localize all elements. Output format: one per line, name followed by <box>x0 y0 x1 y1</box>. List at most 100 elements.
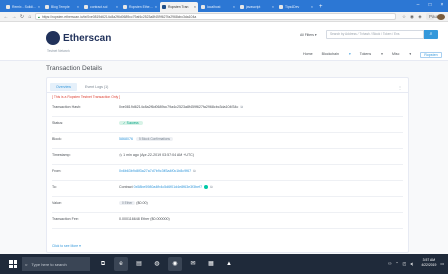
nav-tokens[interactable]: Tokens ▾ <box>360 52 383 58</box>
row-value: ✓ Success <box>119 121 143 125</box>
row-label: Status: <box>52 121 64 125</box>
nav-blockchain[interactable]: Blockchain ▾ <box>322 52 351 58</box>
app-icon[interactable]: ▲ <box>222 257 236 271</box>
network-button[interactable]: Ropsten <box>420 52 442 58</box>
search-icon: ⌕ <box>429 31 433 37</box>
back-arrow-icon[interactable]: ← <box>3 14 9 20</box>
notifications-icon[interactable]: ▭ <box>440 261 444 266</box>
browser-tab[interactable]: Ropsten Etherscan× <box>121 2 159 12</box>
row-value: ◷ 1 min ago (Apr-22-2019 03:57:04 AM +UT… <box>119 153 194 157</box>
copy-icon[interactable]: ⧉ <box>240 105 243 109</box>
etherscan-favicon-icon <box>162 5 166 9</box>
close-tab-icon[interactable]: × <box>155 5 157 9</box>
row-block: Block: 5868076 5 Block Confirmations <box>47 135 408 144</box>
system-tray: ⚇ ⌃ ◰ ◂) 3:57 AM 4/22/2019 ▭ <box>384 258 444 268</box>
profile-avatar[interactable] <box>437 13 445 20</box>
usd-value: ($0.00) <box>136 201 148 205</box>
close-tab-icon[interactable]: × <box>77 5 79 9</box>
status-badge: ✓ Success <box>119 121 143 125</box>
browser-tab-active[interactable]: Ropsten Tran × <box>160 2 198 12</box>
clock-time: 3:57 AM <box>422 258 436 262</box>
nav-misc[interactable]: Misc ▾ <box>392 52 411 58</box>
nav-tokens-label: Tokens <box>359 52 372 56</box>
address-bar[interactable]: 🔒︎ https://ropsten.etherscan.io/tx/0xe08… <box>35 13 396 20</box>
paused-badge[interactable]: Paused <box>426 13 444 20</box>
url-text: https://ropsten.etherscan.io/tx/0xe0819d… <box>41 14 197 19</box>
app-icon[interactable]: ▦ <box>204 257 218 271</box>
clock[interactable]: 3:57 AM 4/22/2019 <box>417 258 436 268</box>
row-value: 0x6b63b9d8f3a27a7d7b9c3ff3a4f0c1b8c9f67 ⧉ <box>119 169 196 173</box>
copy-icon[interactable]: ⧉ <box>210 185 213 189</box>
search-bar: All Filters ▾ Search by Address / Txhash… <box>300 30 438 39</box>
edge-browser-icon[interactable]: e <box>114 257 128 271</box>
row-value: 0xe0819d6214c8a2f6d0689cc79a4c2523a8f459… <box>119 105 243 109</box>
close-window-icon[interactable]: × <box>436 0 448 10</box>
tab-event-logs[interactable]: Event Logs (1) <box>79 83 114 91</box>
minimize-icon[interactable]: – <box>412 0 424 10</box>
search-input[interactable]: Search by Address / Txhash / Block / Tok… <box>326 30 424 39</box>
copy-icon[interactable]: ⧉ <box>193 169 196 173</box>
chrome-icon[interactable]: ◉ <box>168 257 182 271</box>
file-explorer-icon[interactable]: ▤ <box>132 257 146 271</box>
row-label: Transaction Fee: <box>52 217 79 221</box>
people-icon[interactable]: ⚇ <box>388 261 391 266</box>
browser-tab[interactable]: Blog Temple × <box>43 2 81 12</box>
close-tab-icon[interactable]: × <box>311 5 313 9</box>
nav-blockchain-label: Blockchain <box>321 52 339 56</box>
taskbar-search-placeholder: Type here to search <box>31 261 67 267</box>
row-divider <box>52 180 403 181</box>
new-tab-button[interactable]: + <box>319 2 323 12</box>
network-label: Testnet Network <box>47 49 70 53</box>
taskbar-search-input[interactable]: ○ Type here to search <box>22 257 90 271</box>
volume-icon[interactable]: ◂) <box>410 261 413 266</box>
browser-tab[interactable]: localhost × <box>199 2 237 12</box>
extension-icon[interactable]: ◈ <box>416 14 424 20</box>
close-tab-icon[interactable]: × <box>272 5 274 9</box>
tab-favicon-icon <box>84 5 88 9</box>
task-view-icon[interactable]: ⧉ <box>96 257 110 271</box>
windows-start-icon[interactable] <box>9 260 17 268</box>
card-tabs: Overview Event Logs (1) <box>50 83 116 91</box>
close-tab-icon[interactable]: × <box>233 5 235 9</box>
row-transaction-fee: Transaction Fee: 0.000116648 Ether ($0.0… <box>47 215 408 224</box>
close-tab-icon[interactable]: × <box>38 5 40 9</box>
close-tab-icon[interactable]: × <box>194 5 196 9</box>
transaction-fee-value: 0.000116648 Ether ($0.000000) <box>119 217 170 221</box>
forward-arrow-icon[interactable]: → <box>11 14 17 20</box>
network-icon[interactable]: ◰ <box>403 261 407 266</box>
block-number-link[interactable]: 5868076 <box>119 137 133 141</box>
etherscan-logo[interactable]: Etherscan <box>46 31 111 45</box>
row-label: Block: <box>52 137 62 141</box>
extension-icon[interactable]: ◉ <box>408 14 416 20</box>
from-address-link[interactable]: 0x6b63b9d8f3a27a7d7b9c3ff3a4f0c1b8c9f67 <box>119 169 191 173</box>
tab-overview[interactable]: Overview <box>50 83 77 91</box>
browser-tab[interactable]: contract.sol × <box>82 2 120 12</box>
lock-icon: 🔒︎ <box>38 14 40 19</box>
tab-label: Ropsten Tran <box>168 5 189 9</box>
row-label: Transaction Hash: <box>52 105 82 109</box>
tray-arrow-icon[interactable]: ⌃ <box>395 261 398 266</box>
see-more-link[interactable]: Click to see More ▾ <box>52 244 81 248</box>
browser-tab[interactable]: Tips4Dev × <box>277 2 315 12</box>
status-text: Success <box>126 121 139 125</box>
maximize-icon[interactable]: □ <box>424 0 436 10</box>
timestamp-text: 1 min ago (Apr-22-2019 03:57:04 AM +UTC) <box>123 153 194 157</box>
bookmark-star-icon[interactable]: ☆ <box>400 14 408 20</box>
browser-tab[interactable]: javascript × <box>238 2 276 12</box>
to-address-link[interactable]: 0x58be5980a4fb4c5d6f01d4e8f63e3f3bef7 <box>134 185 203 189</box>
nav-home[interactable]: Home <box>303 52 313 58</box>
search-button[interactable]: ⌕ <box>424 30 438 39</box>
filter-dropdown[interactable]: All Filters ▾ <box>300 33 326 37</box>
ether-value-badge: 0 Ether <box>119 201 136 205</box>
reload-icon[interactable]: ↻ <box>19 14 25 20</box>
more-options-icon[interactable]: ⋮ <box>398 85 402 90</box>
row-divider <box>52 132 403 133</box>
home-icon[interactable]: ⌂ <box>27 14 33 20</box>
close-tab-icon[interactable]: × <box>116 5 118 9</box>
chevron-down-icon: ▾ <box>79 244 81 248</box>
testnet-notice: [ This is a Ropsten Testnet Transaction … <box>52 95 121 99</box>
browser-tab[interactable]: Remix - Solidity IDE× <box>4 2 42 12</box>
mail-icon[interactable]: ✉ <box>186 257 200 271</box>
store-icon[interactable]: ◍ <box>150 257 164 271</box>
row-from: From: 0x6b63b9d8f3a27a7d7b9c3ff3a4f0c1b8… <box>47 167 408 176</box>
